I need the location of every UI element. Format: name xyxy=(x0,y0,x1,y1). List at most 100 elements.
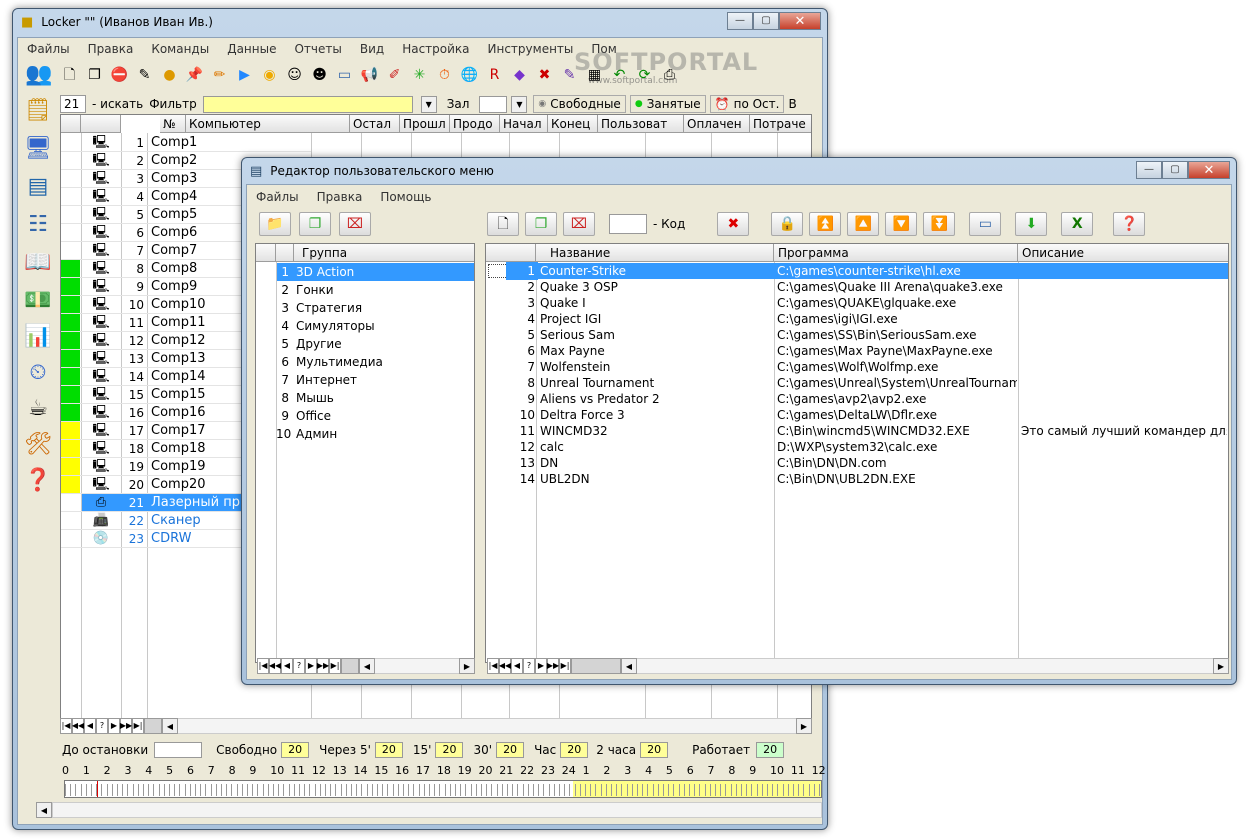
refresh-icon[interactable]: ⟳ xyxy=(633,64,656,87)
maximize-button[interactable]: ▢ xyxy=(753,12,779,30)
delete-icon[interactable]: ⛔ xyxy=(108,64,131,87)
filter-input[interactable] xyxy=(202,95,413,113)
bottom-scroll-left-arrow[interactable]: ◀ xyxy=(36,802,52,818)
group-name[interactable]: 3D Action xyxy=(296,263,472,281)
menu-item[interactable]: Файлы xyxy=(247,190,308,204)
group-name[interactable]: Стратегия xyxy=(296,299,472,317)
printer-icon[interactable]: ⎙ xyxy=(658,64,681,87)
column-header[interactable]: Пользоват xyxy=(598,115,684,133)
busy-toggle[interactable]: ● Занятые xyxy=(629,95,706,113)
items-scroll-right[interactable]: ▶ xyxy=(1213,658,1229,674)
money-icon[interactable]: 💵 xyxy=(20,286,56,316)
group-name[interactable]: Мышь xyxy=(296,389,472,407)
column-header[interactable]: Прошл xyxy=(400,115,450,133)
menu-item[interactable]: Отчеты xyxy=(285,42,350,56)
column-header[interactable]: Начал xyxy=(500,115,548,133)
card-icon[interactable]: ▭ xyxy=(333,64,356,87)
item-name[interactable]: UBL2DN xyxy=(540,470,772,488)
hall-input[interactable] xyxy=(479,95,508,113)
smile-icon[interactable]: ☺ xyxy=(283,64,306,87)
tools-icon[interactable]: 🛠 xyxy=(20,430,56,460)
help-icon[interactable]: ❓ xyxy=(20,466,56,496)
hscroll-left-arrow[interactable]: ◀ xyxy=(162,718,178,734)
items-column-header[interactable]: Программа xyxy=(774,244,1018,262)
move-down-icon[interactable]: 🔽 xyxy=(885,212,918,236)
notepad-icon[interactable]: 🗒 xyxy=(20,96,56,126)
globe-icon[interactable]: 🌐 xyxy=(458,64,481,87)
nav-next-page-button[interactable]: ▶▶ xyxy=(120,718,132,734)
clock-icon[interactable]: ⏱ xyxy=(433,64,456,87)
column-header[interactable]: Остал xyxy=(350,115,400,133)
chart-icon[interactable]: 📊 xyxy=(20,322,56,352)
main-titlebar[interactable]: ■ Locker "" (Иванов Иван Ив.) — ▢ ✕ xyxy=(13,9,827,35)
edit-icon[interactable]: ✏ xyxy=(208,64,231,87)
sparkle-icon[interactable]: ✳ xyxy=(408,64,431,87)
items-column-header[interactable]: Описание xyxy=(1018,244,1228,262)
column-header[interactable]: Потраче xyxy=(750,115,811,133)
stopwatch-icon[interactable]: ⏲ xyxy=(20,358,56,388)
item-description[interactable]: Это самый лучший командер для W xyxy=(1021,422,1227,440)
group-name[interactable]: Office xyxy=(296,407,472,425)
nav-next-button[interactable]: ▶ xyxy=(108,718,120,734)
cross-icon[interactable]: ✖ xyxy=(533,64,556,87)
report-icon[interactable]: R xyxy=(483,64,506,87)
new-icon[interactable]: 🗋 xyxy=(58,64,81,87)
items-nav-first[interactable]: |◀ xyxy=(487,658,499,674)
nav-prev-button[interactable]: ◀ xyxy=(84,718,96,734)
groups-nav-search[interactable]: ? xyxy=(293,658,305,674)
nav-scroll-thumb[interactable] xyxy=(144,718,162,734)
by-remaining-toggle[interactable]: ⏰ по Ост. xyxy=(709,95,785,113)
editor-minimize-button[interactable]: — xyxy=(1136,161,1162,179)
editor-titlebar[interactable]: ▤ Редактор пользовательского меню — ▢ ✕ xyxy=(242,158,1236,184)
calendar-icon[interactable]: ▦ xyxy=(583,64,606,87)
items-column-header[interactable]: Название xyxy=(536,244,774,262)
users-icon[interactable]: 👥 xyxy=(22,60,56,90)
groups-column-header[interactable]: Группа xyxy=(294,244,474,262)
editor-close-button[interactable]: ✕ xyxy=(1188,161,1230,179)
close-button[interactable]: ✕ xyxy=(779,12,821,30)
groups-nav-prev-page[interactable]: ◀◀ xyxy=(269,658,281,674)
group-name[interactable]: Симуляторы xyxy=(296,317,472,335)
item-delete-icon[interactable]: ⌧ xyxy=(563,212,595,236)
hscroll-track[interactable] xyxy=(178,718,796,734)
groups-scroll-track[interactable] xyxy=(375,658,459,674)
groups-nav-last[interactable]: ▶| xyxy=(329,658,341,674)
move-up-icon[interactable]: 🔼 xyxy=(847,212,880,236)
menu-item[interactable]: Инструменты xyxy=(479,42,583,56)
items-nav-search[interactable]: ? xyxy=(523,658,535,674)
groups-scroll-right[interactable]: ▶ xyxy=(459,658,475,674)
download-icon[interactable]: ⬇ xyxy=(1015,212,1048,236)
items-nav-prev-page[interactable]: ◀◀ xyxy=(499,658,511,674)
groups-nav-prev[interactable]: ◀ xyxy=(281,658,293,674)
editor-maximize-button[interactable]: ▢ xyxy=(1162,161,1188,179)
coins-icon[interactable]: ● xyxy=(158,64,181,87)
column-header[interactable]: Продо xyxy=(450,115,500,133)
group-name[interactable]: Интернет xyxy=(296,371,472,389)
pin-icon[interactable]: 📌 xyxy=(183,64,206,87)
nav-first-button[interactable]: |◀ xyxy=(60,718,72,734)
items-nav-next-page[interactable]: ▶▶ xyxy=(547,658,559,674)
item-program[interactable]: C:\Bin\DN\UBL2DN.EXE xyxy=(777,470,1017,488)
menu-item[interactable]: Вид xyxy=(351,42,393,56)
move-bottom-icon[interactable]: ⏬ xyxy=(923,212,956,236)
items-scroll-thumb[interactable] xyxy=(571,658,621,674)
menu-item[interactable]: Правка xyxy=(308,190,372,204)
groups-nav-next[interactable]: ▶ xyxy=(305,658,317,674)
group-open-icon[interactable]: 📁 xyxy=(259,212,291,236)
filter-dropdown-button[interactable]: ▼ xyxy=(420,95,437,113)
items-nav-prev[interactable]: ◀ xyxy=(511,658,523,674)
column-header[interactable]: Компьютер xyxy=(186,115,350,133)
menu-item[interactable]: Правка xyxy=(79,42,143,56)
column-header[interactable]: Оплачен xyxy=(684,115,750,133)
groups-scroll-left[interactable]: ◀ xyxy=(359,658,375,674)
pills-icon[interactable]: ◉ xyxy=(258,64,281,87)
column-header[interactable]: № xyxy=(160,115,186,133)
column-header[interactable]: Конец xyxy=(548,115,598,133)
minimize-button[interactable]: — xyxy=(727,12,753,30)
group-delete-icon[interactable]: ⌧ xyxy=(339,212,371,236)
computer-name[interactable]: Comp1 xyxy=(150,134,310,152)
panel-icon[interactable]: ▤ xyxy=(20,172,56,202)
nav-prev-page-button[interactable]: ◀◀ xyxy=(72,718,84,734)
editor-help-icon[interactable]: ❓ xyxy=(1113,212,1146,236)
cancel-x-icon[interactable]: ✖ xyxy=(717,212,750,236)
